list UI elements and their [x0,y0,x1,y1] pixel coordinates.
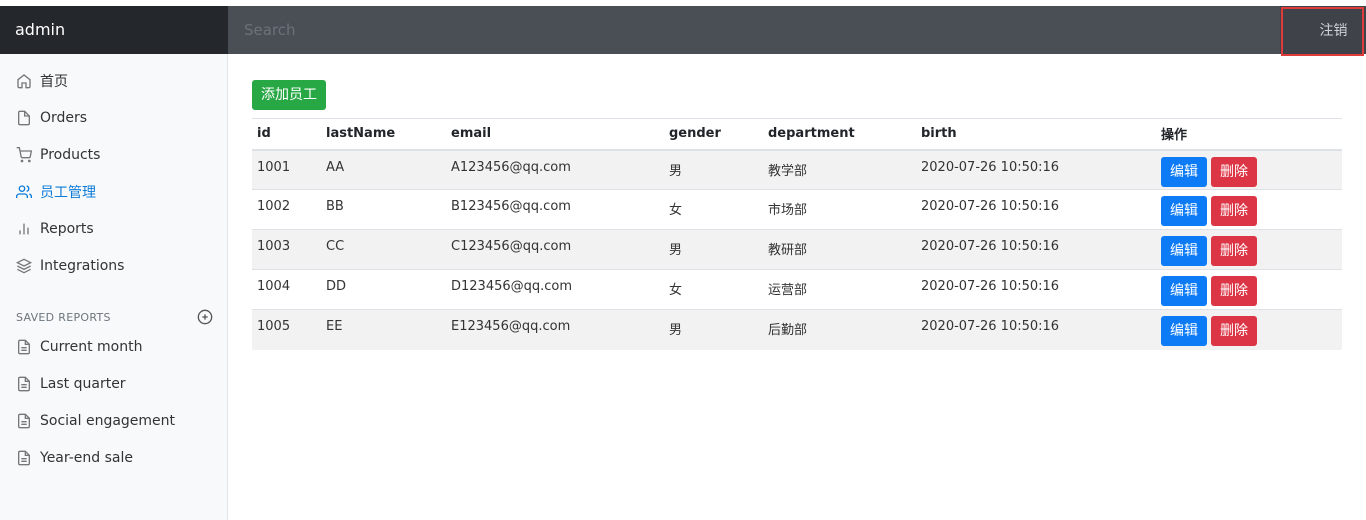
cell-department: 运营部 [763,269,916,310]
column-header: email [446,118,664,151]
file-text-icon [18,450,30,466]
edit-button[interactable]: 编辑 [1161,316,1207,346]
saved-report-label: Current month [40,339,143,355]
delete-button[interactable]: 删除 [1211,236,1257,266]
search-input[interactable] [228,6,1280,54]
edit-button[interactable]: 编辑 [1161,276,1207,306]
column-header: birth [916,118,1156,151]
users-icon [16,185,32,198]
shopping-cart-icon [16,147,32,163]
column-header: lastName [321,118,446,151]
cell-id: 1004 [252,269,321,310]
cell-department: 后勤部 [763,309,916,350]
table-row: 1004 DD D123456@qq.com 女 运营部 2020-07-26 … [252,269,1342,310]
saved-reports-heading: SAVED REPORTS [16,309,213,325]
column-header: id [252,118,321,151]
cell-department: 教学部 [763,149,916,190]
file-icon [18,110,30,126]
table-row: 1002 BB B123456@qq.com 女 市场部 2020-07-26 … [252,189,1342,230]
cell-gender: 男 [664,229,763,270]
saved-report-label: Year-end sale [40,450,133,466]
sidebar: 首页 Orders Products 员工管理 Reports Integrat… [0,54,228,520]
cell-lastname: AA [321,149,446,190]
cell-actions: 编辑 删除 [1156,189,1342,230]
cell-lastname: CC [321,229,446,270]
sidebar-item-orders[interactable]: Orders [16,106,87,130]
cell-id: 1003 [252,229,321,270]
sidebar-item-reports[interactable]: Reports [16,217,94,241]
cell-actions: 编辑 删除 [1156,229,1342,270]
delete-button[interactable]: 删除 [1211,196,1257,226]
file-text-icon [18,376,30,392]
sidebar-item-label: 员工管理 [40,185,96,201]
sidebar-item-label: Orders [40,110,88,126]
employee-table: id lastName email gender department birt… [252,118,1342,350]
cell-lastname: DD [321,269,446,310]
sidebar-item-products[interactable]: Products [16,143,100,167]
cell-actions: 编辑 删除 [1156,149,1342,190]
sidebar-item-label: Integrations [40,258,125,274]
cell-email: D123456@qq.com [446,269,664,310]
cell-birth: 2020-07-26 10:50:16 [916,269,1156,310]
cell-email: A123456@qq.com [446,149,664,190]
table-header-row: id lastName email gender department birt… [252,118,1342,151]
table-row: 1001 AA A123456@qq.com 男 教学部 2020-07-26 … [252,149,1342,190]
home-icon [17,74,31,89]
plus-circle-icon[interactable] [197,309,213,325]
cell-id: 1001 [252,149,321,190]
saved-report-current-month[interactable]: Current month [16,335,142,359]
sidebar-item-home[interactable]: 首页 [16,69,68,93]
file-text-icon [18,339,30,355]
cell-lastname: EE [321,309,446,350]
edit-button[interactable]: 编辑 [1161,196,1207,226]
column-header: 操作 [1156,118,1342,151]
saved-report-year-end-sale[interactable]: Year-end sale [16,446,133,470]
cell-birth: 2020-07-26 10:50:16 [916,229,1156,270]
delete-button[interactable]: 删除 [1211,276,1257,306]
bar-chart-icon [19,223,29,235]
saved-report-label: Last quarter [40,376,126,392]
cell-actions: 编辑 删除 [1156,269,1342,310]
cell-gender: 男 [664,149,763,190]
column-header: department [763,118,916,151]
saved-reports-title: SAVED REPORTS [16,310,111,324]
saved-report-label: Social engagement [40,413,176,429]
sidebar-item-employees[interactable]: 员工管理 [16,180,96,204]
file-text-icon [18,413,30,429]
cell-department: 教研部 [763,229,916,270]
cell-email: C123456@qq.com [446,229,664,270]
brand-logo[interactable]: admin [0,6,228,54]
delete-button[interactable]: 删除 [1211,156,1257,187]
table-row: 1005 EE E123456@qq.com 男 后勤部 2020-07-26 … [252,309,1342,350]
cell-id: 1002 [252,189,321,230]
delete-button[interactable]: 删除 [1211,316,1257,346]
cell-birth: 2020-07-26 10:50:16 [916,309,1156,350]
cell-birth: 2020-07-26 10:50:16 [916,149,1156,190]
table-row: 1003 CC C123456@qq.com 男 教研部 2020-07-26 … [252,229,1342,270]
cell-lastname: BB [321,189,446,230]
cell-birth: 2020-07-26 10:50:16 [916,189,1156,230]
cell-email: E123456@qq.com [446,309,664,350]
edit-button[interactable]: 编辑 [1161,156,1207,187]
top-navbar: admin 注销 [0,6,1366,56]
cell-id: 1005 [252,309,321,350]
column-header: gender [664,118,763,151]
cell-email: B123456@qq.com [446,189,664,230]
cell-actions: 编辑 删除 [1156,309,1342,350]
cell-department: 市场部 [763,189,916,230]
cell-gender: 女 [664,269,763,310]
edit-button[interactable]: 编辑 [1161,236,1207,266]
cell-gender: 男 [664,309,763,350]
saved-report-last-quarter[interactable]: Last quarter [16,372,126,396]
sidebar-item-label: 首页 [40,74,68,90]
sidebar-item-integrations[interactable]: Integrations [16,254,124,278]
sidebar-item-label: Products [40,147,101,163]
signout-link[interactable]: 注销 [1305,11,1362,52]
sidebar-item-label: Reports [40,221,94,237]
saved-report-social-engagement[interactable]: Social engagement [16,409,175,433]
layers-icon [16,258,32,274]
cell-gender: 女 [664,189,763,230]
add-employee-button[interactable]: 添加员工 [252,80,326,110]
